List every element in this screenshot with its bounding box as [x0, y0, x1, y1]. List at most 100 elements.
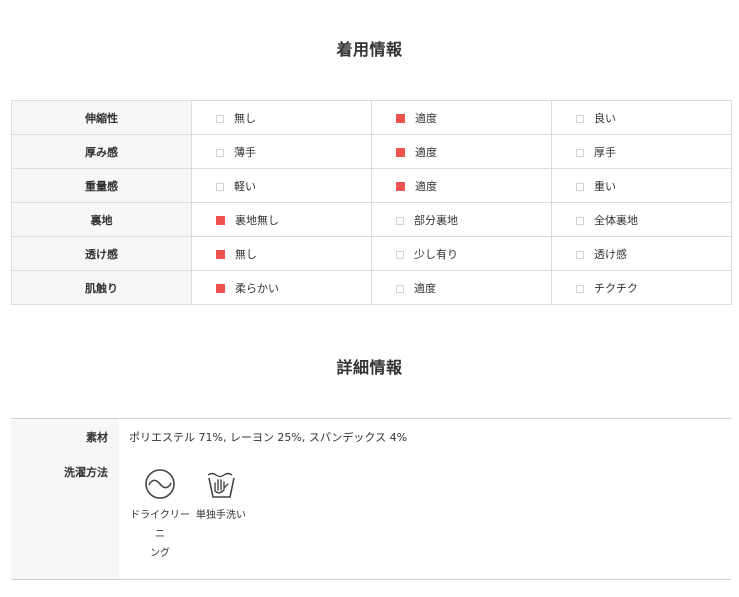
- material-value: ポリエステル 71%, レーヨン 25%, スパンデックス 4%: [129, 431, 408, 444]
- detail-info-table: 素材 洗濯方法 ポリエステル 71%, レーヨン 25%, スパンデックス 4%…: [11, 418, 731, 580]
- wear-info-option-cell: 厚手: [551, 134, 732, 169]
- checked-indicator: [396, 182, 405, 191]
- wear-info-option-label: 適度: [415, 145, 437, 159]
- wear-info-option: チクチク: [552, 280, 731, 296]
- unchecked-indicator: [216, 114, 224, 123]
- wear-info-row-label: 裏地: [11, 202, 192, 237]
- wear-info-option-cell: 適度: [371, 168, 552, 203]
- wear-info-option: 良い: [552, 110, 731, 126]
- wear-info-option-cell: 透け感: [551, 236, 732, 271]
- wear-info-option-label: 無し: [235, 247, 257, 261]
- wear-info-title: 着用情報: [336, 40, 403, 59]
- unchecked-indicator: [576, 284, 584, 293]
- wear-info-option-label: 適度: [415, 179, 437, 193]
- unchecked-indicator: [216, 182, 224, 191]
- wear-info-option: 重い: [552, 178, 731, 194]
- wear-info-option-cell: 重い: [551, 168, 732, 203]
- hand-wash-label-line1: 単独手洗い: [196, 510, 246, 521]
- wear-info-option-cell: 薄手: [191, 134, 372, 169]
- detail-values-column: ポリエステル 71%, レーヨン 25%, スパンデックス 4% ドライクリーニ…: [119, 419, 731, 579]
- wear-info-option-label: 良い: [594, 111, 616, 125]
- wear-info-section: 着用情報 伸縮性 無し 適度 良い 厚み感 薄手 適度 厚手 重量感 軽い 適度 重い 裏地 裏地無し 部分…: [0, 0, 739, 305]
- wear-info-option-label: 軽い: [234, 179, 256, 193]
- wear-info-option: 透け感: [552, 246, 731, 262]
- material-label: 素材: [86, 431, 108, 444]
- wear-info-option: 適度: [372, 280, 551, 296]
- wear-info-option-label: 裏地無し: [235, 213, 279, 227]
- wear-info-option-label: 重い: [594, 179, 616, 193]
- wear-info-option-label: 全体裏地: [594, 213, 638, 227]
- wear-info-option: 軽い: [192, 178, 371, 194]
- wear-info-option-cell: 適度: [371, 134, 552, 169]
- wear-info-option-label: 無し: [234, 111, 256, 125]
- wear-info-row-label: 重量感: [11, 168, 192, 203]
- checked-indicator: [216, 250, 225, 259]
- detail-labels-column: 素材 洗濯方法: [11, 419, 119, 579]
- wear-info-option: 適度: [372, 144, 551, 160]
- wear-info-option-cell: 良い: [551, 100, 732, 135]
- wear-info-row: 肌触り 柔らかい 適度 チクチク: [11, 270, 732, 305]
- wear-info-row: 裏地 裏地無し 部分裏地 全体裏地: [11, 202, 732, 237]
- checked-indicator: [396, 148, 405, 157]
- checked-indicator: [216, 216, 225, 225]
- wear-info-row-label: 厚み感: [11, 134, 192, 169]
- unchecked-indicator: [576, 250, 584, 259]
- wear-info-row-label: 透け感: [11, 236, 192, 271]
- wear-info-option: 適度: [372, 178, 551, 194]
- wear-info-option-cell: 無し: [191, 100, 372, 135]
- checked-indicator: [216, 284, 225, 293]
- wear-info-option: 無し: [192, 246, 371, 262]
- wear-info-option: 全体裏地: [552, 212, 731, 228]
- wear-info-row-label: 肌触り: [11, 270, 192, 305]
- wear-info-row: 重量感 軽い 適度 重い: [11, 168, 732, 203]
- dry-cleaning-label-line2: ング: [150, 548, 170, 559]
- wear-info-option: 厚手: [552, 144, 731, 160]
- wear-info-option-label: 透け感: [594, 247, 627, 261]
- wear-info-option-label: 少し有り: [414, 247, 458, 261]
- wear-info-option-cell: 部分裏地: [371, 202, 552, 237]
- unchecked-indicator: [576, 148, 584, 157]
- wear-info-option-cell: 適度: [371, 100, 552, 135]
- wear-info-option: 薄手: [192, 144, 371, 160]
- wear-info-option-cell: 適度: [371, 270, 552, 305]
- wash-method-hand-wash: 単独手洗い: [193, 467, 249, 563]
- wear-info-option: 適度: [372, 110, 551, 126]
- wear-info-option-cell: 無し: [191, 236, 372, 271]
- wear-info-option-label: 適度: [415, 111, 437, 125]
- detail-info-section: 詳細情報: [0, 356, 739, 380]
- wear-info-table: 伸縮性 無し 適度 良い 厚み感 薄手 適度 厚手 重量感 軽い 適度 重い 裏地 裏地無し 部分裏地 全体裏…: [11, 100, 732, 305]
- unchecked-indicator: [576, 216, 584, 225]
- washing-label: 洗濯方法: [64, 466, 108, 479]
- hand-wash-icon: [207, 472, 235, 498]
- wear-info-option-cell: チクチク: [551, 270, 732, 305]
- wear-info-row: 透け感 無し 少し有り 透け感: [11, 236, 732, 271]
- wear-info-option-cell: 柔らかい: [191, 270, 372, 305]
- wear-info-option: 裏地無し: [192, 212, 371, 228]
- unchecked-indicator: [576, 114, 584, 123]
- wear-info-row-label: 伸縮性: [11, 100, 192, 135]
- unchecked-indicator: [396, 284, 404, 293]
- wear-info-option: 無し: [192, 110, 371, 126]
- wear-info-option-label: 柔らかい: [235, 281, 279, 295]
- detail-info-title: 詳細情報: [336, 358, 403, 377]
- checked-indicator: [396, 114, 405, 123]
- wear-info-option-cell: 少し有り: [371, 236, 552, 271]
- unchecked-indicator: [396, 250, 404, 259]
- dry-cleaning-label-line1: ドライクリーニ: [130, 510, 190, 540]
- wear-info-option-label: 部分裏地: [414, 213, 458, 227]
- wear-info-option-label: 適度: [414, 281, 436, 295]
- wear-info-option: 柔らかい: [192, 280, 371, 296]
- dry-cleaning-icon: [145, 469, 175, 499]
- washing-methods: ドライクリーニ ング 単独手洗い: [129, 467, 731, 563]
- wear-info-row: 厚み感 薄手 適度 厚手: [11, 134, 732, 169]
- wear-info-option-label: 厚手: [594, 145, 616, 159]
- unchecked-indicator: [576, 182, 584, 191]
- wear-info-option: 少し有り: [372, 246, 551, 262]
- unchecked-indicator: [396, 216, 404, 225]
- wear-info-option-cell: 全体裏地: [551, 202, 732, 237]
- wear-info-option-label: 薄手: [234, 145, 256, 159]
- wear-info-option-cell: 裏地無し: [191, 202, 372, 237]
- wear-info-row: 伸縮性 無し 適度 良い: [11, 100, 732, 135]
- unchecked-indicator: [216, 148, 224, 157]
- wear-info-option-label: チクチク: [594, 281, 638, 295]
